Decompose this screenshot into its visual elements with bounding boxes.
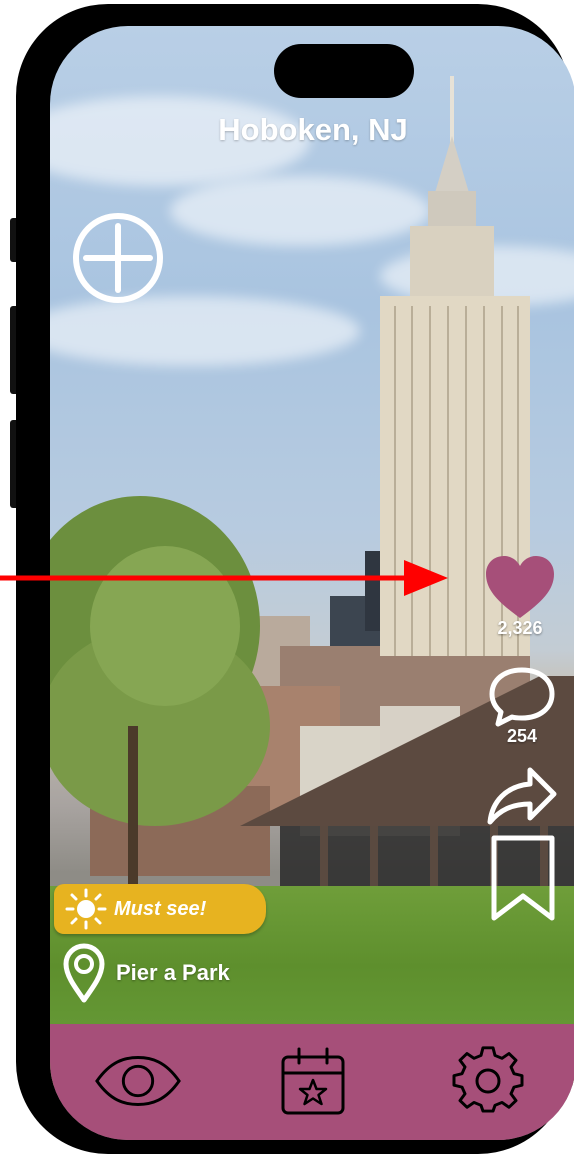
location-name: Pier a Park — [116, 960, 230, 985]
save-button[interactable] — [490, 834, 556, 922]
comment-button[interactable]: 254 — [488, 666, 556, 747]
like-button[interactable]: 2,326 — [484, 554, 556, 639]
nav-settings-tab[interactable] — [443, 1046, 533, 1116]
plus-circle-icon — [73, 213, 163, 303]
badge-label: Must see! — [114, 897, 207, 920]
gear-icon — [452, 1046, 524, 1113]
heart-icon — [486, 556, 554, 618]
comments-count: 254 — [506, 726, 538, 746]
dynamic-island — [274, 44, 414, 98]
bookmark-icon — [491, 835, 555, 921]
likes-count: 2,326 — [497, 618, 543, 638]
share-button[interactable] — [486, 766, 558, 826]
sun-icon — [65, 888, 107, 930]
share-arrow-icon — [487, 767, 557, 825]
must-see-badge: Must see! — [54, 884, 266, 934]
phone-frame: Hoboken, NJ 2,326 254 Must see! Pier a P… — [16, 4, 574, 1154]
nav-events-tab[interactable] — [268, 1046, 358, 1116]
add-button[interactable] — [70, 210, 166, 306]
location-link[interactable]: Pier a Park — [62, 942, 230, 1004]
bottom-nav — [50, 1024, 574, 1140]
calendar-star-icon — [281, 1047, 345, 1115]
speech-bubble-icon — [489, 667, 555, 727]
nav-explore-tab[interactable] — [93, 1046, 183, 1116]
eye-icon — [94, 1056, 181, 1106]
map-pin-icon — [63, 943, 105, 1003]
location-title: Hoboken, NJ — [218, 112, 408, 147]
screen: Hoboken, NJ 2,326 254 Must see! Pier a P… — [50, 26, 574, 1140]
